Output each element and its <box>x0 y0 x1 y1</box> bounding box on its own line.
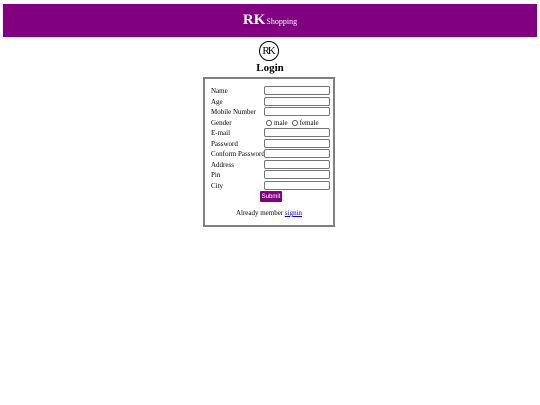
login-form: Name Age Mobile Number Gender male femal… <box>203 77 335 227</box>
confirm-password-label: Conform Password <box>211 150 265 158</box>
submit-button[interactable]: Submit <box>260 191 282 202</box>
already-member-text: Already member <box>235 209 284 217</box>
gender-options: male female <box>266 118 323 128</box>
password-input[interactable] <box>264 138 330 148</box>
confirm-password-input[interactable] <box>264 149 330 158</box>
brand-title[interactable]: RK Shopping <box>243 12 297 29</box>
mobile-label: Mobile Number <box>211 108 256 116</box>
age-input[interactable] <box>264 96 330 106</box>
pin-label: Pin <box>211 171 221 179</box>
male-label: male <box>274 118 288 127</box>
brand-main: RK <box>242 12 266 28</box>
mobile-input[interactable] <box>264 107 330 116</box>
logo-text: RK <box>262 45 275 57</box>
page-title: Login <box>256 62 284 74</box>
radio-male[interactable] <box>266 119 272 126</box>
radio-female[interactable] <box>291 119 298 126</box>
name-label: Name <box>211 87 228 95</box>
female-label: female <box>299 118 319 127</box>
gender-label: Gender <box>211 118 232 127</box>
email-label: E-mail <box>211 129 231 137</box>
city-label: City <box>211 181 224 190</box>
name-input[interactable] <box>264 86 330 95</box>
city-input[interactable] <box>264 180 330 190</box>
email-input[interactable] <box>264 128 330 137</box>
address-label: Address <box>211 160 234 169</box>
rk-logo-icon: RK <box>259 41 279 61</box>
already-member-line: Already member signin <box>205 209 333 217</box>
pin-input[interactable] <box>264 170 330 179</box>
password-label: Password <box>211 139 238 148</box>
header-bar: RK Shopping <box>3 4 537 37</box>
address-input[interactable] <box>264 159 330 169</box>
age-label: Age <box>211 97 223 106</box>
brand-sub: Shopping <box>266 17 298 26</box>
signin-link[interactable]: signin <box>285 209 302 217</box>
